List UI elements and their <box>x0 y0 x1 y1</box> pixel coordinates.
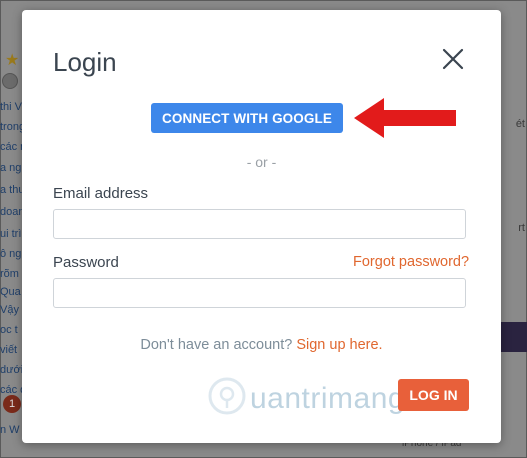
password-field[interactable] <box>53 278 466 308</box>
login-button[interactable]: LOG IN <box>398 379 469 411</box>
no-account-text: Don't have an account? <box>140 337 293 353</box>
signup-prompt: Don't have an account? Sign up here. <box>22 337 501 353</box>
bg-text: Qua <box>0 286 21 298</box>
bg-text: oc t <box>0 324 18 336</box>
watermark-text: uantrimang <box>250 382 406 415</box>
bg-text: Vậy <box>0 304 19 316</box>
bg-text: doan <box>0 206 25 218</box>
password-label: Password <box>53 254 119 271</box>
modal-title: Login <box>53 47 117 77</box>
bg-text: rõm <box>0 268 19 280</box>
connect-google-button[interactable]: CONNECT WITH GOOGLE <box>151 103 343 133</box>
bg-text: n W <box>0 424 20 436</box>
background-side-block <box>501 322 527 352</box>
bg-text: ô ng <box>0 248 22 260</box>
forgot-password-link[interactable]: Forgot password? <box>353 254 469 270</box>
notification-badge: 1 <box>3 395 21 413</box>
bg-text: a thu <box>0 184 25 196</box>
bg-text: thi V <box>0 101 23 113</box>
email-field[interactable] <box>53 209 466 239</box>
watermark-logo-icon <box>208 377 246 415</box>
bg-right-text: ét <box>515 118 525 130</box>
bg-text: viết <box>0 344 18 356</box>
bg-text: dưới <box>0 364 24 376</box>
or-divider: - or - <box>246 154 277 170</box>
bg-text: a ng <box>0 162 22 174</box>
close-icon[interactable] <box>440 46 466 72</box>
background-avatar <box>2 73 18 89</box>
email-label: Email address <box>53 185 149 202</box>
signup-link[interactable]: Sign up here. <box>296 337 382 353</box>
bg-text: ui trì <box>0 228 22 240</box>
bg-right-text: rt <box>518 222 525 234</box>
rating-star-icon: ★ <box>5 52 20 69</box>
red-arrow-icon <box>354 98 456 138</box>
login-modal: Login CONNECT WITH GOOGLE - or - Email a… <box>22 10 501 443</box>
